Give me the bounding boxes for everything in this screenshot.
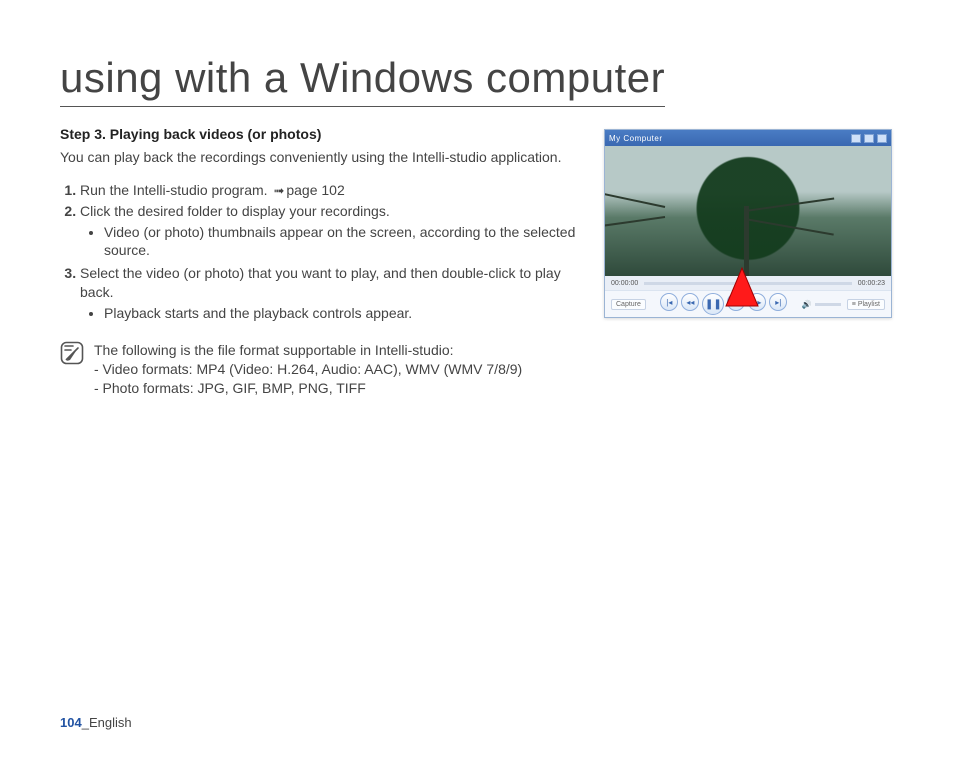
forward-icon[interactable]: ▸▸	[748, 293, 766, 311]
stop-icon[interactable]: ■	[727, 293, 745, 311]
playlist-button[interactable]: ≡ Playlist	[847, 299, 885, 310]
step-list: Run the Intelli-studio program. ➟page 10…	[60, 181, 586, 323]
step-3-text: Select the video (or photo) that you wan…	[80, 265, 561, 300]
skip-start-icon[interactable]: |◂	[660, 293, 678, 311]
media-player-window: My Computer 00:00:00	[604, 129, 892, 318]
step-3-sub-item: Playback starts and the playback control…	[104, 304, 586, 323]
player-window-title: My Computer	[609, 134, 663, 143]
step-heading: Step 3. Playing back videos (or photos)	[60, 125, 586, 144]
step-1-text: Run the Intelli-studio program.	[80, 182, 271, 198]
note-video-formats: - Video formats: MP4 (Video: H.264, Audi…	[94, 360, 522, 379]
skip-end-icon[interactable]: ▸|	[769, 293, 787, 311]
step-2-sub: Video (or photo) thumbnails appear on th…	[80, 223, 586, 261]
reference-arrow-icon: ➟	[271, 182, 286, 200]
page-title: using with a Windows computer	[60, 54, 665, 107]
intro-text: You can play back the recordings conveni…	[60, 148, 586, 167]
content-row: Step 3. Playing back videos (or photos) …	[60, 125, 894, 398]
window-controls	[851, 134, 887, 143]
manual-page: using with a Windows computer Step 3. Pl…	[0, 0, 954, 766]
note-block: The following is the file format support…	[60, 341, 586, 398]
step-3: Select the video (or photo) that you wan…	[80, 264, 586, 323]
time-elapsed: 00:00:00	[611, 280, 638, 287]
step-3-sub: Playback starts and the playback control…	[80, 304, 586, 323]
note-text: The following is the file format support…	[94, 341, 522, 398]
seek-bar[interactable]	[644, 282, 852, 285]
volume-slider[interactable]	[815, 303, 841, 306]
step-2: Click the desired folder to display your…	[80, 202, 586, 261]
step-1: Run the Intelli-studio program. ➟page 10…	[80, 181, 586, 200]
controls-row: Capture |◂ ◂◂ ❚❚ ■ ▸▸ ▸| 🔊 ≡	[605, 290, 891, 317]
seek-row: 00:00:00 00:00:23	[605, 276, 891, 290]
minimize-icon[interactable]	[851, 134, 861, 143]
video-area	[605, 146, 891, 276]
step-2-text: Click the desired folder to display your…	[80, 203, 390, 219]
transport-controls: |◂ ◂◂ ❚❚ ■ ▸▸ ▸|	[660, 293, 787, 315]
footer-language: English	[89, 715, 132, 730]
player-titlebar: My Computer	[605, 130, 891, 146]
volume-control: 🔊	[802, 300, 841, 309]
step-1-ref: page 102	[286, 182, 344, 198]
page-footer: 104_English	[60, 715, 132, 730]
rewind-icon[interactable]: ◂◂	[681, 293, 699, 311]
page-number: 104	[60, 715, 82, 730]
note-photo-formats: - Photo formats: JPG, GIF, BMP, PNG, TIF…	[94, 379, 522, 398]
figure-column: My Computer 00:00:00	[604, 125, 894, 318]
playlist-icon: ≡	[852, 301, 856, 308]
instruction-column: Step 3. Playing back videos (or photos) …	[60, 125, 604, 398]
step-2-sub-item: Video (or photo) thumbnails appear on th…	[104, 223, 586, 261]
speaker-icon[interactable]: 🔊	[802, 300, 812, 309]
close-icon[interactable]	[877, 134, 887, 143]
capture-button[interactable]: Capture	[611, 299, 646, 310]
time-total: 00:00:23	[858, 280, 885, 287]
play-pause-icon[interactable]: ❚❚	[702, 293, 724, 315]
playlist-label: Playlist	[858, 301, 880, 308]
footer-sep: _	[82, 715, 89, 730]
note-lead: The following is the file format support…	[94, 341, 522, 360]
note-icon	[60, 341, 84, 365]
maximize-icon[interactable]	[864, 134, 874, 143]
